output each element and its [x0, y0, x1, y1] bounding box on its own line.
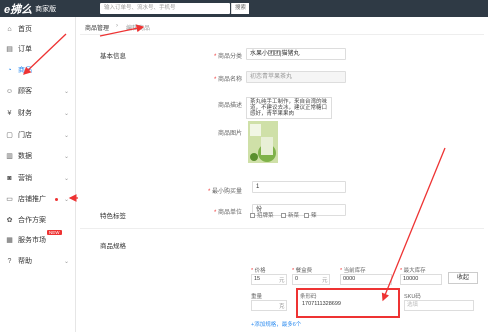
product-image-graphic — [248, 121, 278, 163]
market-icon: ▦ — [6, 237, 13, 244]
sidebar-item-finance[interactable]: ¥ 财务 ⌄ — [0, 105, 76, 121]
min-qty-label: * 最小购买量 — [207, 189, 242, 195]
sku-input[interactable]: 选填 — [404, 300, 474, 311]
description-label: 商品描述 — [217, 103, 242, 109]
notification-dot — [55, 198, 58, 201]
image-label: 商品图片 — [217, 131, 242, 137]
sku-label: SKU码 — [404, 294, 421, 300]
sidebar-item-label: 店铺推广 — [18, 196, 46, 203]
description-textarea[interactable]: 茶丸纯手工制作，来自台湾的味道，不建议去冰，建议正常糖口感好，青苹果果肉 — [246, 97, 332, 119]
store-icon: ▢ — [6, 132, 13, 139]
sidebar-item-products[interactable]: ◔ 商品 — [0, 62, 76, 78]
divider — [80, 34, 484, 35]
breadcrumb-products[interactable]: 商品管理 — [85, 23, 109, 32]
finance-icon: ¥ — [7, 109, 12, 117]
box-fee-unit: 元 — [322, 278, 328, 284]
section-spec: 商品规格 — [100, 243, 126, 250]
search-input[interactable]: 输入订单号、流水号、手机号 — [100, 3, 230, 14]
sidebar-item-label: 合作方案 — [18, 217, 46, 224]
top-bar: e拂么 商家版 输入订单号、流水号、手机号 搜索 — [0, 0, 488, 17]
category-label: * 商品分类 — [213, 54, 242, 60]
unit-label: * 商品单位 — [213, 210, 242, 216]
price-header: * 价格 — [251, 268, 266, 274]
add-spec-link[interactable]: +添加规格，最多6个 — [251, 320, 301, 328]
sidebar-item-stores[interactable]: ▢ 门店 ⌄ — [0, 127, 76, 143]
marketing-icon: ◙ — [7, 174, 12, 182]
cooperation-icon: ✿ — [6, 217, 13, 224]
sidebar: ⌂ 首页 ▤ 订单 ◔ 商品 ☺ 顾客 ⌄ ¥ 财务 ⌄ ▢ 门店 ⌄ ▥ 数据… — [0, 17, 76, 332]
sidebar-item-cooperation[interactable]: ✿ 合作方案 — [0, 212, 76, 228]
box-fee-header: * 餐盒费 — [292, 268, 313, 274]
product-image[interactable] — [248, 121, 278, 163]
search-button[interactable]: 搜索 — [231, 3, 249, 14]
breadcrumb-separator: › — [116, 23, 118, 29]
sidebar-item-promotion[interactable]: ▭ 店铺推广 ⌄ — [0, 191, 76, 207]
sidebar-item-orders[interactable]: ▤ 订单 — [0, 41, 76, 57]
home-icon: ⌂ — [7, 25, 12, 33]
order-icon: ▤ — [6, 46, 13, 53]
sidebar-item-label: 顾客 — [18, 88, 32, 95]
divider — [80, 228, 484, 229]
chevron-down-icon: ⌄ — [64, 132, 70, 139]
product-icon: ◔ — [7, 66, 12, 74]
weight-label: 重量 — [251, 294, 263, 300]
sidebar-item-label: 订单 — [18, 46, 32, 53]
category-field[interactable]: 水果小团团|猫猪丸 — [246, 48, 346, 60]
checkbox-icon — [250, 212, 255, 218]
sidebar-item-market[interactable]: ▦ 服务市场 NEW — [0, 230, 76, 248]
sidebar-item-home[interactable]: ⌂ 首页 — [0, 21, 76, 37]
sidebar-item-label: 门店 — [18, 132, 32, 139]
tag-checkbox-signature[interactable]: 招牌菜 — [250, 211, 274, 219]
chevron-down-icon: ⌄ — [64, 110, 70, 117]
data-icon: ▥ — [6, 153, 13, 160]
breadcrumb-current: 编辑商品 — [126, 26, 151, 32]
sidebar-item-marketing[interactable]: ◙ 营销 ⌄ — [0, 170, 76, 186]
section-tags: 特色标签 — [100, 213, 126, 220]
stock-header: * 当前库存 — [340, 268, 366, 274]
sidebar-item-customers[interactable]: ☺ 顾客 ⌄ — [0, 83, 76, 99]
name-label: * 商品名称 — [213, 77, 242, 83]
sidebar-item-label: 帮助 — [18, 258, 32, 265]
chevron-down-icon: ⌄ — [64, 258, 70, 265]
section-basic-info: 基本信息 — [100, 53, 126, 60]
checkbox-icon — [304, 212, 309, 218]
collapse-button[interactable]: 收起 — [448, 272, 478, 284]
sidebar-item-label: 服务市场 — [18, 237, 46, 244]
chevron-down-icon: ⌄ — [64, 153, 70, 160]
sidebar-item-label: 首页 — [18, 26, 32, 33]
chevron-down-icon: ⌄ — [64, 196, 70, 203]
checkbox-icon — [281, 212, 286, 218]
sidebar-item-help[interactable]: ? 帮助 ⌄ — [0, 253, 76, 269]
name-field[interactable]: 初恋青苹果茶丸 — [246, 71, 346, 83]
sidebar-item-label: 数据 — [18, 153, 32, 160]
logo-tag: 商家版 — [35, 5, 57, 13]
sidebar-item-label: 商品 — [18, 67, 32, 74]
sidebar-item-data[interactable]: ▥ 数据 ⌄ — [0, 148, 76, 164]
highlight-box — [296, 288, 400, 318]
min-qty-field[interactable]: 1 — [252, 181, 346, 193]
price-unit: 元 — [279, 278, 285, 284]
weight-unit: 克 — [279, 304, 285, 310]
logo[interactable]: e拂么 商家版 — [0, 0, 60, 17]
promotion-icon: ▭ — [6, 196, 13, 203]
chevron-down-icon: ⌄ — [64, 88, 70, 95]
max-stock-input[interactable]: 10000 — [400, 274, 442, 285]
new-badge: NEW — [47, 230, 62, 235]
customer-icon: ☺ — [5, 87, 14, 95]
sidebar-item-label: 营销 — [18, 175, 32, 182]
sidebar-item-label: 财务 — [18, 110, 32, 117]
help-icon: ? — [7, 257, 12, 265]
stock-input[interactable]: 0000 — [340, 274, 392, 285]
tag-checkbox-spicy[interactable]: 辣 — [304, 211, 317, 219]
max-stock-header: * 最大库存 — [400, 268, 426, 274]
tag-checkbox-new[interactable]: 新菜 — [281, 211, 299, 219]
logo-text: e拂么 — [4, 3, 33, 16]
chevron-down-icon: ⌄ — [64, 175, 70, 182]
